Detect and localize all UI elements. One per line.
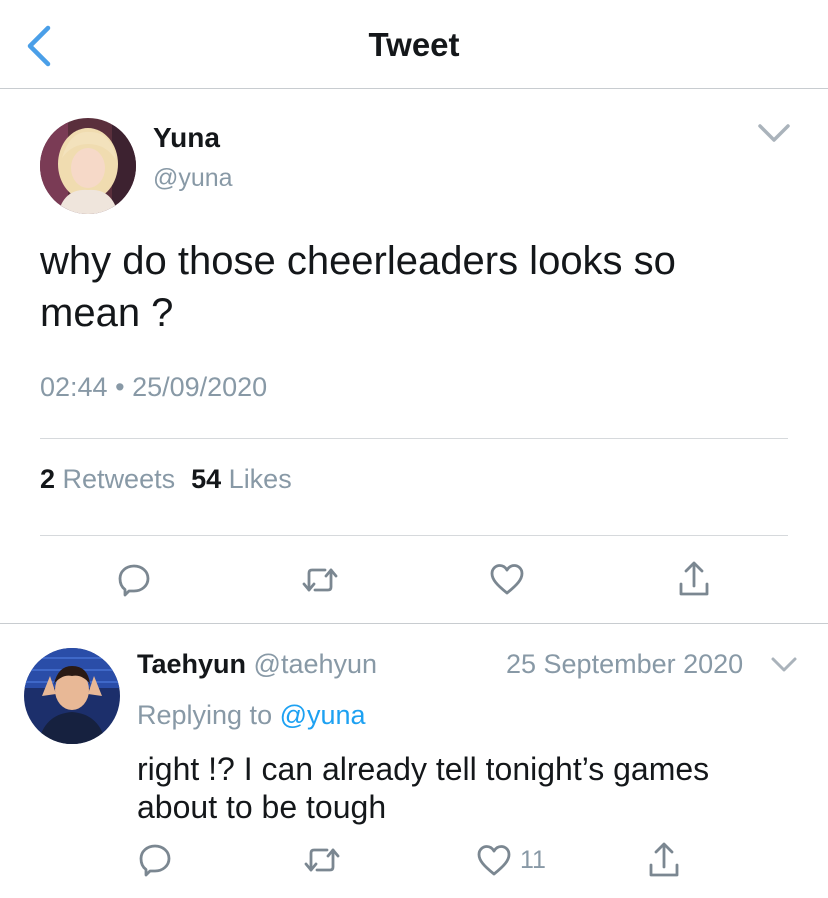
retweets-label: Retweets — [62, 464, 176, 494]
retweet-button[interactable] — [301, 562, 339, 598]
tweet-detail-screen: Tweet Yuna @yuna why do those cheerleade… — [0, 0, 828, 898]
tweet-stats: 2 Retweets 54 Likes — [40, 464, 292, 495]
section-divider — [0, 623, 828, 624]
tweet-time: 02:44 — [40, 372, 108, 402]
tweet-options-button[interactable] — [756, 118, 792, 148]
divider — [40, 438, 788, 439]
reply-header: Taehyun @taehyun — [137, 649, 377, 680]
author-handle[interactable]: @yuna — [153, 164, 233, 193]
share-button[interactable] — [676, 560, 712, 598]
author-avatar[interactable] — [40, 118, 136, 214]
retweet-icon — [302, 568, 338, 592]
divider — [40, 535, 788, 536]
heart-icon — [490, 564, 524, 595]
page-title: Tweet — [368, 26, 460, 63]
likes-stat[interactable]: 54 Likes — [191, 464, 292, 494]
replying-label: Replying to — [137, 700, 273, 730]
reply-icon — [139, 844, 171, 877]
retweet-icon — [304, 848, 340, 872]
reply-date: 25 September 2020 — [506, 649, 744, 679]
retweets-count: 2 — [40, 464, 56, 494]
reply-author-avatar[interactable] — [24, 648, 120, 744]
reply-options-button[interactable] — [770, 652, 798, 678]
reply-like-button[interactable]: 11 — [476, 843, 546, 877]
retweets-stat[interactable]: 2 Retweets — [40, 464, 175, 494]
mention-link[interactable]: @yuna — [280, 700, 366, 730]
meta-separator: • — [115, 372, 125, 402]
reply-text: right !? I can already tell tonight’s ga… — [137, 751, 710, 825]
reply-like-count: 11 — [520, 845, 546, 874]
tweet-text: why do those cheerleaders looks so mean … — [40, 239, 676, 335]
reply-author-handle[interactable]: @taehyun — [254, 649, 378, 679]
chevron-down-icon — [771, 657, 797, 672]
replying-to: Replying to @yuna — [137, 700, 366, 731]
like-button[interactable] — [489, 562, 525, 596]
heart-icon — [477, 845, 511, 876]
top-nav-bar: Tweet — [0, 0, 828, 89]
tweet-date: 25/09/2020 — [132, 372, 268, 402]
share-icon — [649, 842, 679, 877]
reply-retweet-button[interactable] — [303, 842, 341, 878]
reply-author-name[interactable]: Taehyun — [137, 649, 246, 679]
likes-label: Likes — [228, 464, 292, 494]
reply-share-button[interactable] — [646, 841, 682, 879]
reply-button[interactable] — [116, 562, 152, 598]
reply-icon — [118, 564, 150, 597]
share-icon — [679, 561, 709, 596]
avatar-image — [40, 118, 136, 214]
chevron-down-icon — [758, 124, 790, 142]
likes-count: 54 — [191, 464, 222, 494]
tweet-timestamp: 02:44 • 25/09/2020 — [40, 372, 267, 403]
author-name[interactable]: Yuna — [153, 122, 220, 154]
reply-reply-button[interactable] — [137, 842, 173, 878]
avatar-image — [24, 648, 120, 744]
